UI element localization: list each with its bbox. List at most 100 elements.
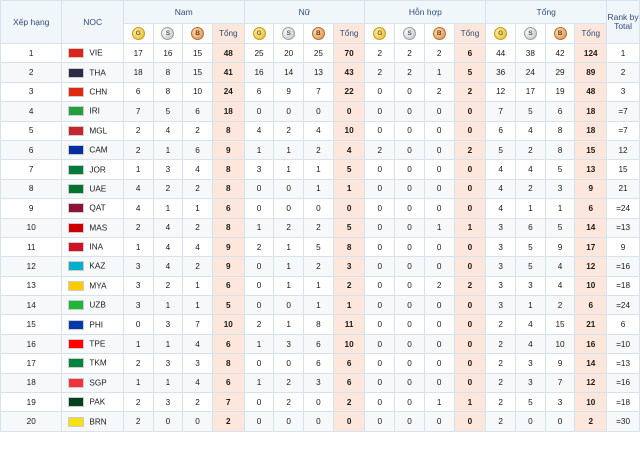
flag-icon: [68, 203, 85, 214]
medal-count-cell: 1: [273, 159, 305, 180]
total-cell: 2: [332, 275, 366, 297]
rank-header: Xếp hạng: [0, 0, 63, 44]
rank-cell: 6: [0, 139, 63, 161]
medal-count-cell: 1: [243, 217, 275, 238]
medal-count-cell: 16: [152, 42, 184, 64]
total-cell: 2: [574, 411, 608, 432]
medal-count-cell: 2: [485, 411, 517, 432]
medal-count-cell: 1: [273, 236, 305, 258]
total-cell: 15: [574, 139, 608, 161]
total-cell: 5: [332, 217, 366, 238]
rank-cell: 18: [0, 372, 63, 394]
rank-cell: 13: [0, 275, 63, 297]
noc-cell: IRI: [61, 101, 124, 122]
medal-count-cell: 0: [423, 333, 455, 355]
medal-count-cell: 0: [182, 411, 213, 432]
medal-count-cell: 6: [485, 120, 517, 141]
total-cell: 14: [574, 217, 608, 238]
medal-count-cell: 6: [182, 139, 213, 161]
medal-count-cell: 5: [515, 256, 546, 277]
silver-medal-icon: S: [403, 27, 417, 40]
medal-count-cell: 17: [515, 81, 546, 103]
medal-count-cell: 0: [394, 353, 425, 374]
total-cell: 4: [332, 139, 366, 161]
rank-by-total-cell: =13: [606, 217, 640, 238]
medal-count-cell: 0: [394, 256, 425, 277]
medal-count-cell: 4: [122, 178, 154, 200]
medal-count-cell: 1: [544, 198, 576, 219]
table-row: 16 TPE 1 1 4 6 1 3 6 10 0 0 0 0 2 4 10 16 =10: [0, 333, 640, 355]
medal-count-cell: 0: [394, 275, 425, 297]
medal-count-cell: 0: [364, 333, 396, 355]
medal-count-cell: 6: [303, 333, 334, 355]
medal-count-cell: 6: [243, 81, 275, 103]
total-cell: 8: [211, 353, 245, 374]
rank-by-total-cell: 12: [606, 139, 640, 161]
medal-count-cell: 6: [122, 81, 154, 103]
medal-count-cell: 2: [182, 217, 213, 238]
total-cell: 1: [453, 217, 487, 238]
medal-count-cell: 0: [303, 411, 334, 432]
medal-count-cell: 0: [364, 256, 396, 277]
total-cell: 10: [574, 392, 608, 413]
medal-count-cell: 17: [122, 42, 154, 64]
rank-cell: 7: [0, 159, 63, 180]
flag-icon: [68, 48, 85, 59]
medal-count-cell: 1: [243, 372, 275, 394]
group-header-total: Tổng: [485, 0, 608, 24]
flag-icon: [68, 106, 85, 117]
medal-count-cell: 2: [423, 42, 455, 64]
table-row: 12 KAZ 3 4 2 9 0 1 2 3 0 0 0 0 3 5 4 12 =16: [0, 256, 640, 277]
medal-count-cell: 0: [364, 353, 396, 374]
medal-count-cell: 4: [515, 333, 546, 355]
medal-count-cell: 20: [273, 42, 305, 64]
rank-by-total-cell: =10: [606, 333, 640, 355]
rank-by-total-cell: =18: [606, 392, 640, 413]
medal-count-cell: 5: [485, 139, 517, 161]
medal-count-cell: 2: [122, 120, 154, 141]
table-row: 17 TKM 2 3 3 8 0 0 6 6 0 0 0 0 2 3 9 14 =13: [0, 353, 640, 374]
table-row: 11 INA 1 4 4 9 2 1 5 8 0 0 0 0 3 5 9 17 9: [0, 236, 640, 258]
medal-column-header: B: [544, 23, 576, 44]
rank-cell: 14: [0, 295, 63, 316]
medal-count-cell: 9: [544, 353, 576, 374]
total-cell: 6: [574, 295, 608, 316]
medal-count-cell: 25: [303, 42, 334, 64]
medal-count-cell: 0: [423, 139, 455, 161]
noc-code: THA: [89, 68, 106, 78]
medal-count-cell: 13: [303, 62, 334, 83]
total-cell: 10: [574, 275, 608, 297]
medal-count-cell: 1: [152, 372, 184, 394]
noc-cell: VIE: [61, 42, 124, 64]
flag-icon: [68, 86, 85, 97]
medal-count-cell: 3: [515, 275, 546, 297]
medal-count-cell: 6: [544, 101, 576, 122]
medal-count-cell: 1: [303, 178, 334, 200]
total-cell: 48: [211, 42, 245, 64]
medal-count-cell: 4: [243, 120, 275, 141]
medal-count-cell: 0: [423, 159, 455, 180]
total-cell: 70: [332, 42, 366, 64]
bronze-medal-icon: B: [311, 27, 325, 40]
medal-count-cell: 0: [364, 392, 396, 413]
total-cell: 0: [453, 411, 487, 432]
medal-count-cell: 3: [152, 353, 184, 374]
medal-count-cell: 0: [273, 295, 305, 316]
flag-icon: [68, 358, 85, 369]
medal-count-cell: 0: [303, 198, 334, 219]
flag-icon: [68, 125, 85, 136]
medal-count-cell: 3: [273, 333, 305, 355]
medal-count-cell: 0: [515, 411, 546, 432]
silver-medal-icon: S: [161, 27, 175, 40]
medal-count-cell: 2: [364, 139, 396, 161]
noc-code: MAS: [89, 223, 108, 233]
medal-count-cell: 0: [394, 198, 425, 219]
medal-count-cell: 1: [273, 275, 305, 297]
medal-count-cell: 2: [182, 256, 213, 277]
table-row: 5 MGL 2 4 2 8 4 2 4 10 0 0 0 0 6 4 8 18 =7: [0, 120, 640, 141]
medal-count-cell: 1: [182, 295, 213, 316]
medal-count-cell: 2: [152, 178, 184, 200]
flag-icon: [68, 67, 85, 78]
total-cell: 0: [332, 198, 366, 219]
medal-column-header: S: [152, 23, 184, 44]
